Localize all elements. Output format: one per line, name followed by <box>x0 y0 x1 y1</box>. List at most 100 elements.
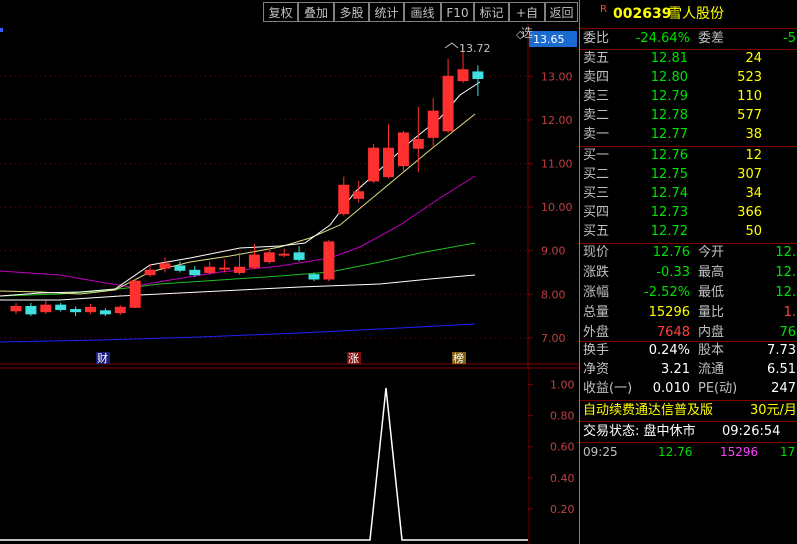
quote-row[interactable]: 涨跌 -0.33 最高 12. <box>580 263 797 283</box>
fundamental-row[interactable]: 净资 3.21 流通 6.51 <box>580 360 797 380</box>
candle[interactable] <box>129 280 141 308</box>
price-tick-label: 10.00 <box>541 201 573 214</box>
fund-value: 3.21 <box>661 362 690 377</box>
candle[interactable] <box>10 305 22 312</box>
candle[interactable] <box>293 252 305 260</box>
candle[interactable] <box>412 139 424 149</box>
indicator-area[interactable] <box>0 369 528 544</box>
marker-cai[interactable]: 财 <box>97 351 108 365</box>
candle[interactable] <box>55 304 67 311</box>
indicator-tick-label: 0.40 <box>550 472 575 485</box>
candle[interactable] <box>338 184 350 215</box>
sell-level-row[interactable]: 卖五 12.81 24 <box>580 49 797 69</box>
toolbar-button-3[interactable]: 统计 <box>369 2 404 22</box>
left-edge-marker <box>0 28 3 32</box>
candle[interactable] <box>383 147 394 178</box>
candle[interactable] <box>308 274 320 280</box>
fund-label: 收益(一) <box>583 381 633 396</box>
quote-value: -0.33 <box>656 265 690 280</box>
status-row: 交易状态: 盘中休市 09:26:54 <box>580 422 797 442</box>
candle[interactable] <box>114 306 126 314</box>
promo-row[interactable]: 自动续费通达信普及版 30元/月 <box>580 401 797 421</box>
sell-level-row[interactable]: 卖一 12.77 38 <box>580 125 797 145</box>
buy-level-price: 12.72 <box>650 224 688 239</box>
indicator-tick-label: 0.60 <box>550 441 575 454</box>
marker-bang[interactable]: 榜 <box>453 351 464 365</box>
candle[interactable] <box>219 267 231 270</box>
kline-chart[interactable]: 13.72 ◇ 13.0012.0011.0010.009.008.007.00… <box>0 0 579 544</box>
candle[interactable] <box>353 191 365 199</box>
candle[interactable] <box>248 254 260 268</box>
sell-level-volume: 523 <box>737 70 762 85</box>
candle[interactable] <box>457 69 469 82</box>
candle[interactable] <box>70 309 82 313</box>
toolbar-button-2[interactable]: 多股 <box>334 2 369 22</box>
buy-level-volume: 50 <box>745 224 762 239</box>
candle[interactable] <box>85 306 96 313</box>
tick-row: 09:25 12.76 15296 17 <box>580 442 797 462</box>
toolbar-button-7[interactable]: +自选 <box>509 2 545 40</box>
candle[interactable] <box>278 253 290 256</box>
candle[interactable] <box>189 269 201 276</box>
price-axis: 13.00 12.00 11.00 10.00 9.00 8.00 7.00 <box>528 70 573 345</box>
toolbar-button-5[interactable]: F10 <box>441 2 474 22</box>
marker-zhang[interactable]: 涨 <box>348 352 359 365</box>
quote-label-2: 内盘 <box>698 325 725 340</box>
main-chart-area[interactable] <box>0 24 528 364</box>
candle[interactable] <box>204 266 216 273</box>
quote-row[interactable]: 外盘 7648 内盘 76 <box>580 323 797 343</box>
candle[interactable] <box>234 266 245 273</box>
quote-label: 涨跌 <box>583 265 610 280</box>
candle[interactable] <box>40 304 52 313</box>
candle[interactable] <box>472 71 484 79</box>
candle[interactable] <box>397 132 409 167</box>
candle[interactable] <box>323 241 335 280</box>
sell-level-volume: 577 <box>737 108 762 123</box>
promo-price[interactable]: 30元/月 <box>750 401 797 421</box>
fundamental-row[interactable]: 换手 0.24% 股本 7.73 <box>580 341 797 361</box>
buy-level-price: 12.75 <box>650 167 688 182</box>
quote-row[interactable]: 总量 15296 量比 1. <box>580 303 797 323</box>
quote-label-2: 最高 <box>698 265 725 280</box>
weibi-value: -24.64% <box>635 31 690 46</box>
current-price-tag: 13.65 <box>533 33 565 46</box>
quote-row[interactable]: 现价 12.76 今开 12. <box>580 243 797 263</box>
toolbar-button-4[interactable]: 画线 <box>404 2 441 22</box>
toolbar-button-6[interactable]: 标记 <box>474 2 509 22</box>
stock-code[interactable]: 002639 <box>613 4 671 24</box>
fund-value-2: 247 <box>771 381 796 396</box>
stock-name[interactable]: 雪人股份 <box>668 4 724 24</box>
quote-value-2: 12. <box>775 285 796 300</box>
candle[interactable] <box>442 75 454 132</box>
sell-level-price: 12.80 <box>650 70 688 85</box>
candle[interactable] <box>25 305 37 315</box>
sell-level-volume: 110 <box>737 89 762 104</box>
toolbar-button-8[interactable]: 返回 <box>545 2 578 22</box>
candle[interactable] <box>174 265 186 271</box>
candle[interactable] <box>159 263 171 269</box>
toolbar-button-1[interactable]: 叠加 <box>298 2 334 22</box>
weibi-label: 委比 <box>583 31 610 46</box>
buy-level-row[interactable]: 买四 12.73 366 <box>580 203 797 223</box>
price-tick-label: 13.00 <box>541 70 573 83</box>
buy-level-volume: 307 <box>737 167 762 182</box>
candle[interactable] <box>99 310 111 315</box>
indicator-axis: 1.00 0.80 0.60 0.40 0.20 <box>528 379 575 516</box>
buy-level-row[interactable]: 买二 12.75 307 <box>580 165 797 185</box>
promo-text[interactable]: 自动续费通达信普及版 <box>583 401 713 421</box>
candle[interactable] <box>368 147 380 182</box>
candle[interactable] <box>144 269 156 276</box>
candle[interactable] <box>427 110 439 138</box>
fundamental-row[interactable]: 收益(一) 0.010 PE(动) 247 <box>580 379 797 399</box>
sell-level-row[interactable]: 卖三 12.79 110 <box>580 87 797 107</box>
buy-level-row[interactable]: 买一 12.76 12 <box>580 146 797 166</box>
quote-row[interactable]: 涨幅 -2.52% 最低 12. <box>580 283 797 303</box>
quote-value-2: 76 <box>779 325 796 340</box>
tick-volume: 15296 <box>720 445 759 459</box>
toolbar-button-0[interactable]: 复权 <box>263 2 298 22</box>
candle[interactable] <box>263 252 275 263</box>
buy-level-row[interactable]: 买五 12.72 50 <box>580 222 797 242</box>
sell-level-row[interactable]: 卖二 12.78 577 <box>580 106 797 126</box>
buy-level-row[interactable]: 买三 12.74 34 <box>580 184 797 204</box>
sell-level-row[interactable]: 卖四 12.80 523 <box>580 68 797 88</box>
